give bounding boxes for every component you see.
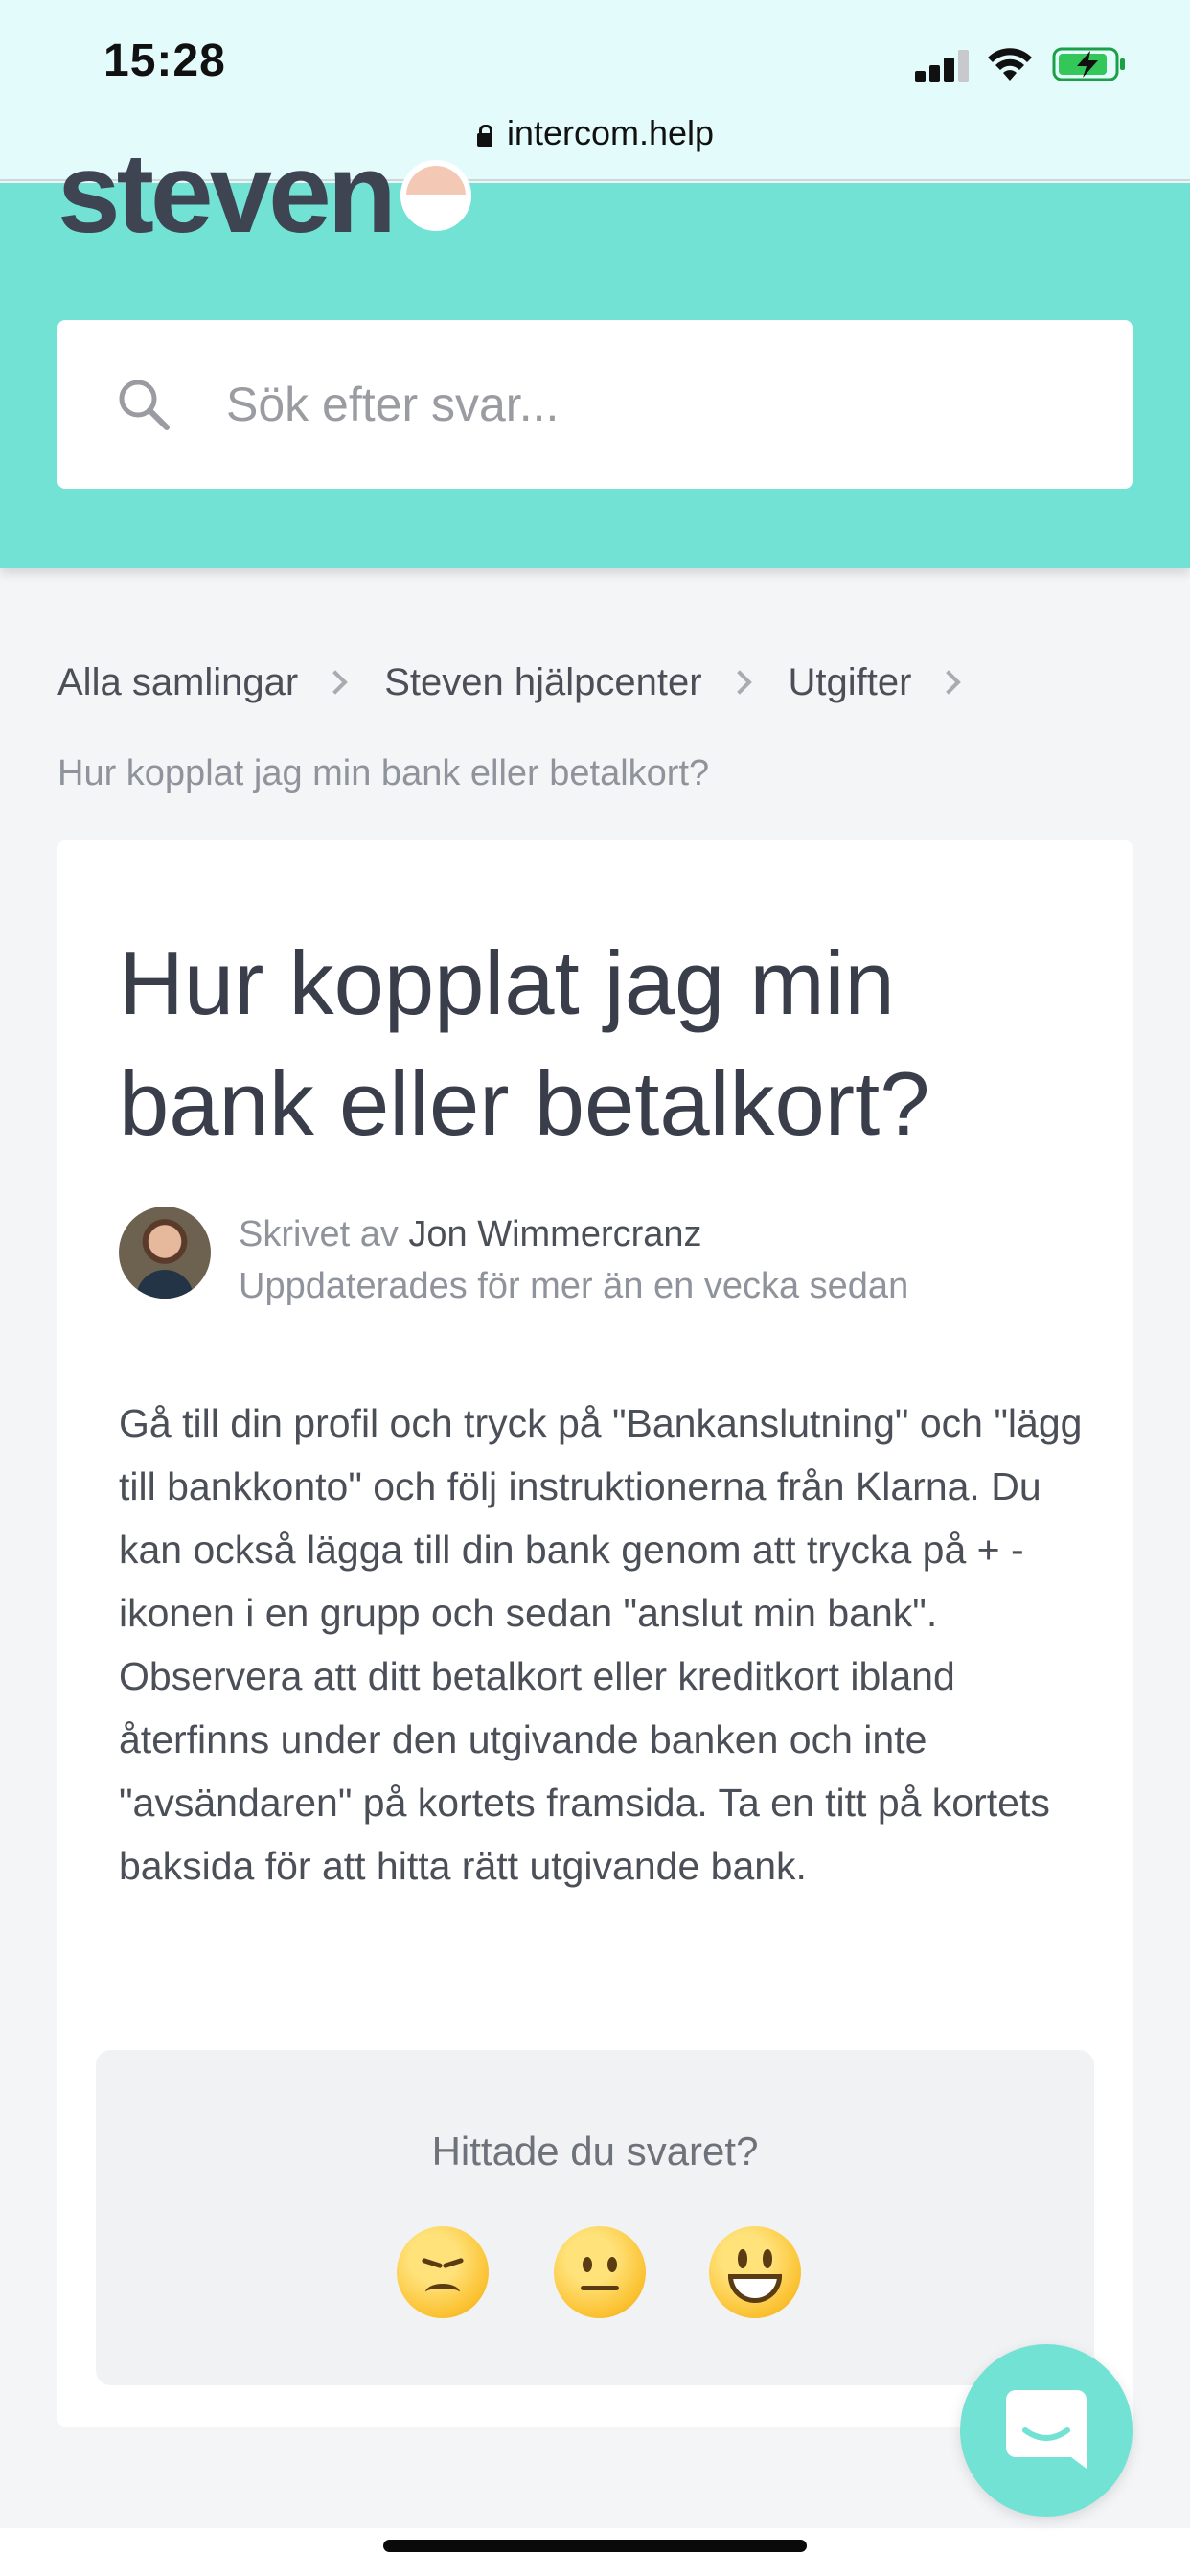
written-by-label: Skrivet av xyxy=(239,1214,399,1254)
url-text: intercom.help xyxy=(506,113,715,152)
lock-icon xyxy=(476,125,493,148)
home-indicator xyxy=(383,2540,807,2552)
breadcrumb-help-center[interactable]: Steven hjälpcenter xyxy=(384,661,701,703)
page-bottom xyxy=(0,2528,1190,2576)
search-input[interactable] xyxy=(226,368,1069,441)
chevron-right-icon xyxy=(323,670,348,696)
signal-icon xyxy=(915,50,969,82)
feedback-question: Hittade du svaret? xyxy=(431,2128,759,2174)
disappointed-emoji-button[interactable] xyxy=(397,2226,489,2318)
breadcrumb-expenses[interactable]: Utgifter xyxy=(789,661,912,703)
updated-text: Uppdaterades för mer än en vecka sedan xyxy=(239,1266,909,1306)
breadcrumb: Alla samlingar Steven hjälpcenter Utgifter xyxy=(57,661,997,704)
article-body: Gå till din profil och tryck på "Bankans… xyxy=(119,1401,1083,1888)
battery-charging-icon xyxy=(1052,47,1125,81)
chat-icon xyxy=(1006,2390,1087,2469)
clock: 15:28 xyxy=(103,35,226,86)
logo-circle-icon xyxy=(400,160,471,231)
breadcrumb-all-collections[interactable]: Alla samlingar xyxy=(57,661,298,703)
help-center-header: steven xyxy=(0,137,1190,568)
article-card: Hur kopplat jag min bank eller betalkort… xyxy=(57,840,1133,2426)
chevron-right-icon xyxy=(936,670,962,696)
article-meta: Skrivet av Jon Wimmercranz Uppdaterades … xyxy=(239,1208,908,1312)
smiley-emoji-button[interactable] xyxy=(709,2226,801,2318)
breadcrumb-current: Hur kopplat jag min bank eller betalkort… xyxy=(57,753,710,794)
messenger-launcher-button[interactable] xyxy=(960,2344,1133,2517)
neutral-emoji-button[interactable] xyxy=(554,2226,646,2318)
article-title: Hur kopplat jag min bank eller betalkort… xyxy=(119,932,930,1154)
search-icon xyxy=(119,380,170,430)
avatar xyxy=(119,1207,211,1299)
wifi-icon xyxy=(988,48,1032,80)
steven-logo[interactable]: steven xyxy=(57,137,397,250)
author-name: Jon Wimmercranz xyxy=(408,1214,702,1254)
search-box[interactable] xyxy=(57,320,1133,489)
chevron-right-icon xyxy=(726,670,752,696)
feedback-panel: Hittade du svaret? xyxy=(96,2050,1094,2385)
